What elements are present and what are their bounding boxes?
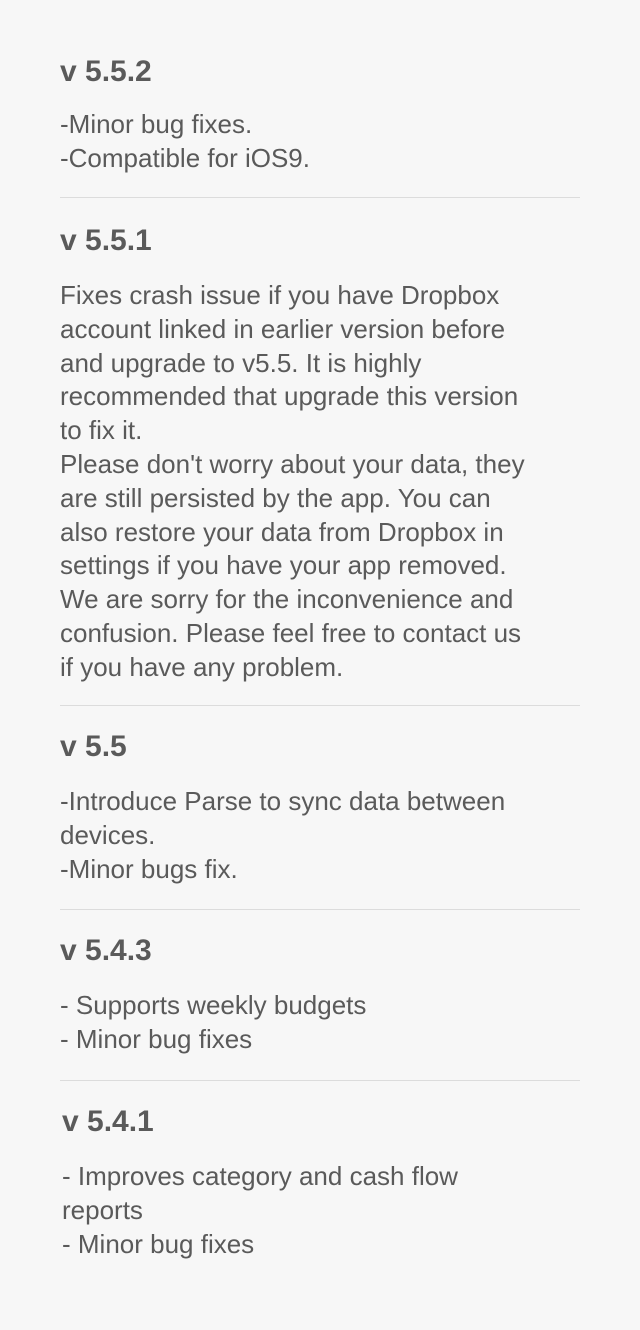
- release-version: v 5.5.1: [60, 224, 152, 257]
- note-line: settings if you have your app removed.: [60, 550, 507, 581]
- note-line: Please don't worry about your data, they: [60, 448, 525, 479]
- note-line: and upgrade to v5.5. It is highly: [60, 347, 422, 378]
- note-line: recommended that upgrade this version: [60, 381, 519, 412]
- divider: [60, 705, 580, 706]
- note-line: - Supports weekly budgets: [60, 990, 367, 1020]
- note-line: devices.: [60, 819, 156, 850]
- note-line: are still persisted by the app. You can: [60, 482, 491, 513]
- note-line: account linked in earlier version before: [60, 313, 506, 344]
- note-line: Fixes crash issue if you have Dropbox: [60, 280, 500, 310]
- release-version: v 5.5.2: [60, 55, 152, 88]
- note-line: -Minor bugs fix.: [60, 853, 238, 884]
- note-line: -Minor bug fixes.: [60, 109, 253, 139]
- note-line: reports: [62, 1194, 143, 1225]
- release-notes: -Introduce Parse to sync data between de…: [60, 785, 580, 886]
- note-line: -Introduce Parse to sync data between: [60, 786, 506, 816]
- release-entry: v 5.4.3 - Supports weekly budgets - Mino…: [60, 934, 580, 1064]
- note-line: - Minor bug fixes: [62, 1228, 255, 1259]
- note-line: confusion. Please feel free to contact u…: [60, 617, 522, 648]
- release-notes: Fixes crash issue if you have Dropbox ac…: [60, 279, 580, 685]
- release-entry: v 5.5.1 Fixes crash issue if you have Dr…: [60, 224, 580, 684]
- release-version: v 5.5: [60, 730, 127, 763]
- release-notes-list: v 5.5.2 -Minor bug fixes. -Compatible fo…: [0, 0, 640, 1330]
- release-entry: v 5.5 -Introduce Parse to sync data betw…: [60, 730, 580, 890]
- note-line: to fix it.: [60, 415, 143, 446]
- release-notes: -Minor bug fixes. -Compatible for iOS9.: [60, 108, 580, 176]
- release-notes: - Improves category and cash flow report…: [62, 1160, 582, 1261]
- divider: [60, 909, 580, 910]
- note-line: if you have any problem.: [60, 651, 344, 682]
- note-line: We are sorry for the inconvenience and: [60, 584, 514, 615]
- divider: [60, 197, 580, 198]
- release-version: v 5.4.3: [60, 934, 152, 967]
- note-line: - Improves category and cash flow: [62, 1161, 458, 1191]
- release-entry: v 5.5.2 -Minor bug fixes. -Compatible fo…: [60, 55, 580, 175]
- release-entry: v 5.4.1 - Improves category and cash flo…: [62, 1105, 582, 1275]
- note-line: - Minor bug fixes: [60, 1023, 253, 1054]
- divider: [60, 1080, 580, 1081]
- release-version: v 5.4.1: [62, 1105, 154, 1138]
- release-notes: - Supports weekly budgets - Minor bug fi…: [60, 989, 580, 1057]
- note-line: also restore your data from Dropbox in: [60, 516, 504, 547]
- note-line: -Compatible for iOS9.: [60, 142, 310, 173]
